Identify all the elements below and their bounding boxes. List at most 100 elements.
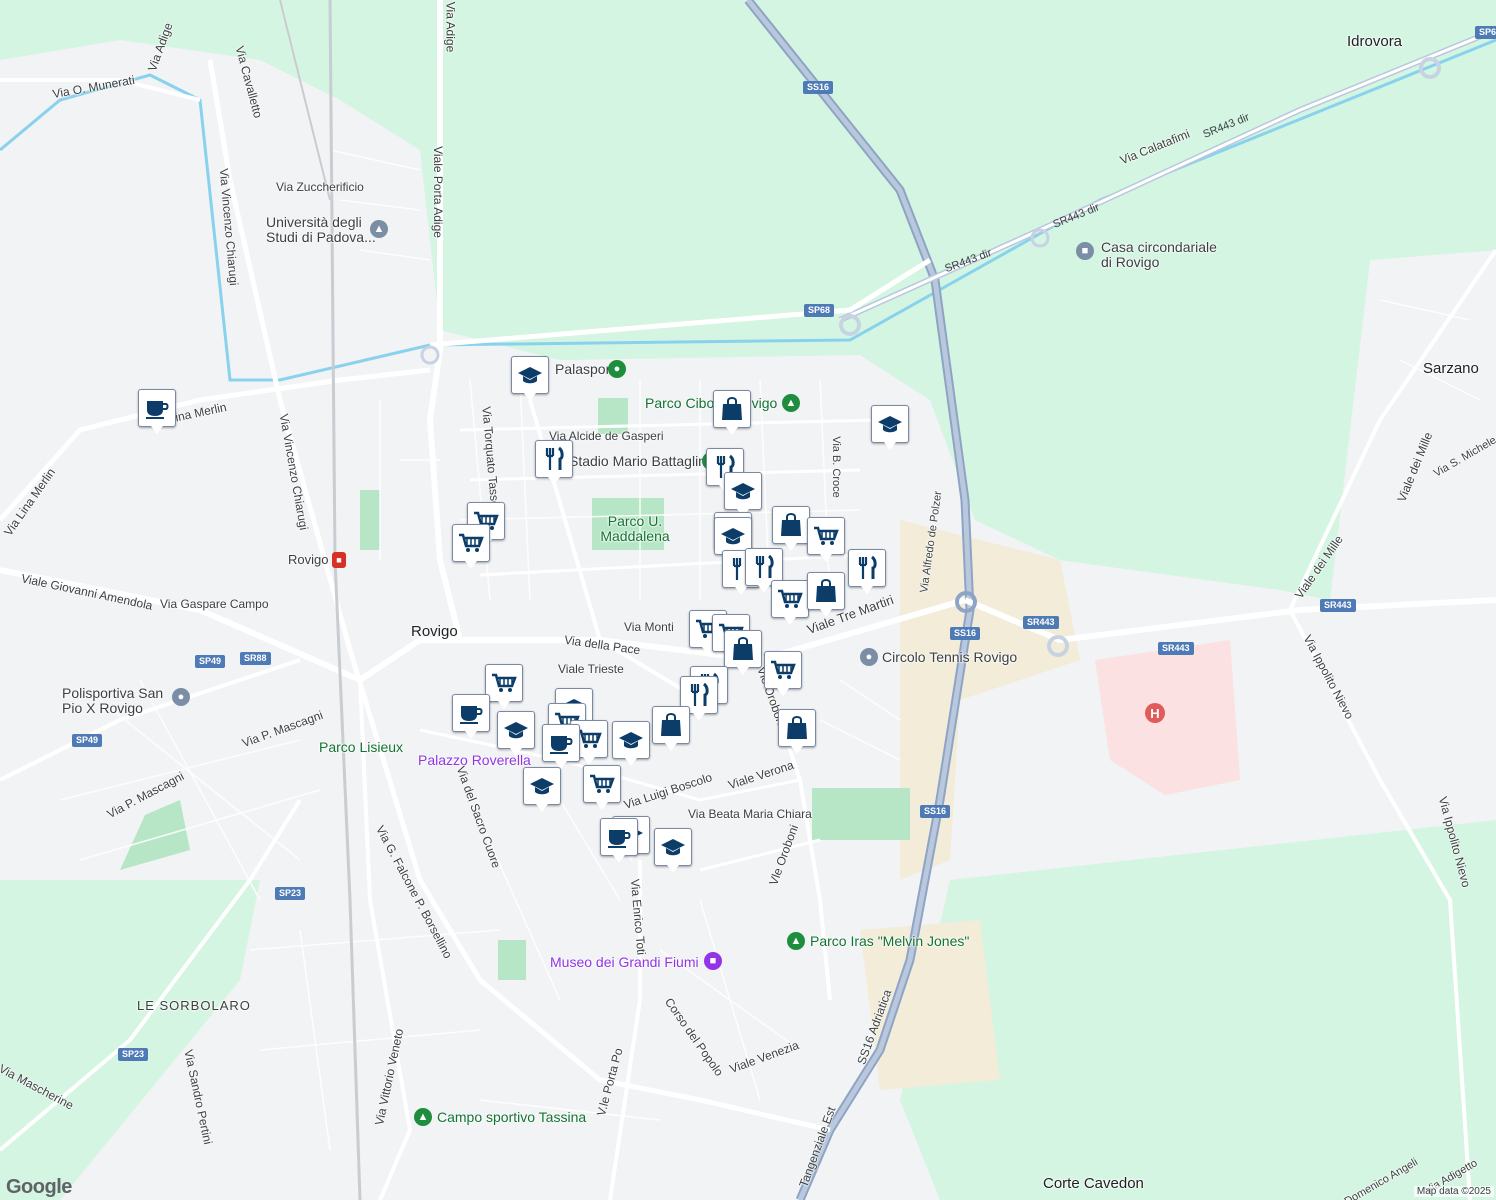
school-icon [503, 719, 529, 741]
street-via-gaspare-campo: Via Gaspare Campo [160, 597, 269, 611]
parco-iras-tree-icon[interactable]: ▲ [787, 932, 805, 950]
shopping-cart-icon [813, 525, 839, 547]
cup-map-marker[interactable] [542, 724, 580, 769]
street-via-adige: Via Adige [443, 1, 458, 53]
fork-map-marker[interactable] [848, 549, 886, 594]
school-map-marker[interactable] [654, 828, 692, 873]
bag-map-marker[interactable] [778, 709, 816, 754]
restaurant-icon [752, 554, 776, 580]
polisportiva-icon[interactable]: ● [172, 688, 190, 706]
cart-map-marker[interactable] [452, 524, 490, 569]
map-attribution[interactable]: Map data ©2025 [1413, 1186, 1494, 1197]
museo-poi-icon[interactable]: ■ [704, 952, 722, 970]
university-poi-icon[interactable]: ▲ [370, 220, 388, 238]
shopping-cart-icon [458, 532, 484, 554]
school-icon [618, 729, 644, 751]
school-icon [720, 525, 746, 547]
school-map-marker[interactable] [523, 767, 561, 812]
shopping-cart-icon [770, 659, 796, 681]
school-map-marker[interactable] [612, 721, 650, 766]
road-shield-sp23-b: SP23 [118, 1048, 149, 1061]
shopping-bag-icon [779, 512, 803, 538]
cart-map-marker[interactable] [485, 664, 523, 709]
fork-map-marker[interactable] [535, 440, 573, 485]
restaurant-icon [687, 682, 711, 708]
cafe-cup-icon [144, 397, 170, 419]
stadio-label[interactable]: Stadio Mario Battaglini [569, 454, 709, 468]
road-shield-sr443-b: SR443 [1158, 642, 1194, 655]
road-shield-sp23-a: SP23 [275, 887, 306, 900]
road-shield-sp49-b: SP49 [72, 734, 103, 747]
school-map-marker[interactable] [724, 472, 762, 517]
parco-lisieux-label[interactable]: Parco Lisieux [319, 740, 403, 754]
circolo-tennis-label[interactable]: Circolo Tennis Rovigo [882, 650, 1017, 664]
polisportiva-label[interactable]: Polisportiva San Pio X Rovigo [62, 686, 172, 716]
parco-maddalena-label[interactable]: Parco U. Maddalena [595, 514, 675, 544]
school-icon [517, 364, 543, 386]
road-shield-sr443-a: SR443 [1023, 616, 1059, 629]
shopping-cart-icon [491, 672, 517, 694]
road-shield-sp68: SP68 [804, 304, 835, 317]
street-viale-porta-adige: Viale Porta Adige [430, 146, 445, 238]
shopping-bag-icon [720, 396, 744, 422]
school-icon [877, 413, 903, 435]
school-map-marker[interactable] [511, 356, 549, 401]
shopping-bag-icon [785, 715, 809, 741]
school-icon [660, 836, 686, 858]
street-viale-trieste: Viale Trieste [558, 662, 624, 676]
restaurant-icon [542, 446, 566, 472]
street-via-monti: Via Monti [624, 620, 674, 634]
cafe-cup-icon [458, 702, 484, 724]
palasport-label[interactable]: Palasport [555, 362, 614, 376]
train-station-icon[interactable]: ■ [332, 552, 346, 568]
school-icon [730, 480, 756, 502]
cart-map-marker[interactable] [771, 580, 809, 625]
bag-map-marker[interactable] [772, 506, 810, 551]
hospital-icon[interactable]: H [1145, 703, 1165, 723]
city-label: Rovigo [411, 623, 458, 640]
google-logo: Google [6, 1176, 72, 1198]
cart-map-marker[interactable] [764, 651, 802, 696]
cart-map-marker[interactable] [583, 765, 621, 810]
campo-tassina-tree-icon[interactable]: ▲ [414, 1108, 432, 1126]
school-map-marker[interactable] [497, 711, 535, 756]
cart-map-marker[interactable] [807, 517, 845, 562]
street-via-beata-maria-chiara: Via Beata Maria Chiara [688, 807, 812, 821]
place-corte-cavedon: Corte Cavedon [1043, 1175, 1144, 1192]
road-shield-ss16: SS16 [803, 81, 834, 94]
restaurant-icon [855, 555, 879, 581]
palasport-poi-icon[interactable]: ● [608, 360, 626, 378]
parco-cibotto-label[interactable]: Parco Cibotto Rovigo [645, 396, 777, 410]
bag-map-marker[interactable] [652, 706, 690, 751]
cafe-cup-icon [606, 826, 632, 848]
place-le-sorbolaro: LE SORBOLARO [137, 998, 251, 1013]
shopping-bag-icon [814, 578, 838, 604]
shopping-bag-icon [659, 712, 683, 738]
museo-label[interactable]: Museo dei Grandi Fiumi [550, 955, 699, 969]
parco-cibotto-tree-icon[interactable]: ▲ [782, 394, 800, 412]
shopping-cart-icon [589, 773, 615, 795]
road-shield-ss16-c: SS16 [920, 805, 951, 818]
school-map-marker[interactable] [871, 405, 909, 450]
road-shield-sp49-a: SP49 [195, 655, 226, 668]
cup-map-marker[interactable] [452, 694, 490, 739]
station-label[interactable]: Rovigo [288, 553, 328, 567]
casa-circondariale-label[interactable]: Casa circondariale di Rovigo [1101, 240, 1221, 270]
school-icon [529, 775, 555, 797]
cup-map-marker[interactable] [600, 818, 638, 863]
circolo-tennis-icon[interactable]: ● [860, 648, 878, 666]
road-shield-sr443-c: SR443 [1320, 599, 1356, 612]
bag-map-marker[interactable] [724, 630, 762, 675]
casa-circondariale-icon[interactable]: ■ [1076, 242, 1094, 260]
street-via-b-croce: Via B. Croce [829, 436, 842, 498]
campo-tassina-label[interactable]: Campo sportivo Tassina [437, 1110, 586, 1124]
map-canvas[interactable]: Rovigo Idrovora Sarzano Corte Cavedon LE… [0, 0, 1496, 1200]
parco-iras-label[interactable]: Parco Iras "Melvin Jones" [810, 934, 969, 948]
shopping-cart-icon [777, 588, 803, 610]
road-shield-ss16-b: SS16 [950, 627, 981, 640]
bag-map-marker[interactable] [807, 572, 845, 617]
place-sarzano: Sarzano [1423, 360, 1479, 377]
cup-map-marker[interactable] [138, 389, 176, 434]
road-shield-sr88: SR88 [240, 652, 271, 665]
bag-map-marker[interactable] [713, 390, 751, 435]
